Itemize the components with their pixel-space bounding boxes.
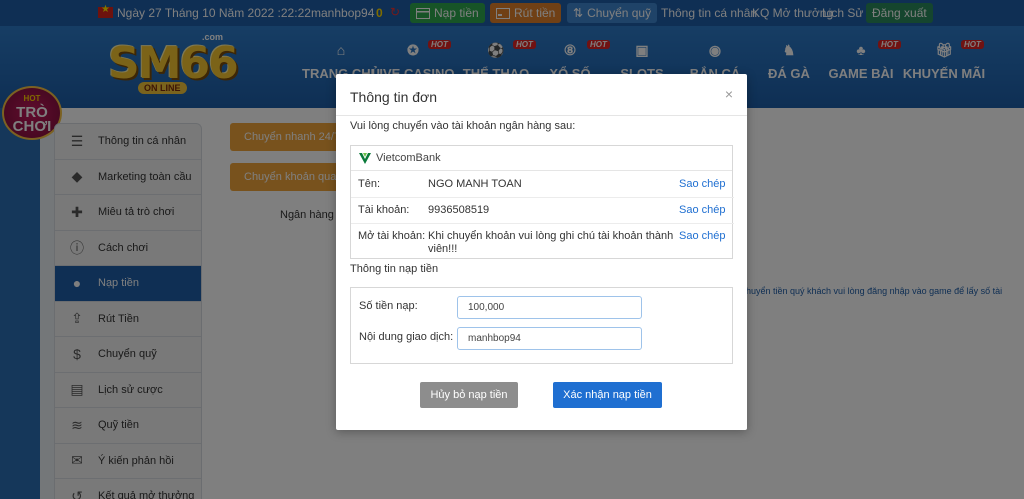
dialog-divider [336, 115, 747, 116]
copy-account-name-button[interactable]: Sao chép [679, 178, 725, 190]
copy-account-branch-button[interactable]: Sao chép [679, 230, 725, 242]
bank-name: VietcomBank [376, 152, 441, 164]
account-branch-row: Mở tài khoản: Khi chuyển khoản vui lòng … [351, 223, 734, 259]
account-name-value: NGO MANH TOAN [428, 178, 522, 190]
deposit-info-heading: Thông tin nạp tiền [350, 263, 439, 275]
cancel-deposit-button[interactable]: Hủy bỏ nạp tiền [420, 382, 518, 408]
account-branch-value: Khi chuyển khoản vui lòng ghi chú tài kh… [428, 230, 674, 255]
transfer-instruction: Vui lòng chuyển vào tài khoản ngân hàng … [350, 120, 576, 132]
bank-details: VietcomBank Tên: NGO MANH TOAN Sao chép … [350, 145, 734, 259]
transaction-content-label: Nội dung giao dịch: [359, 331, 454, 343]
order-info-dialog: Thông tin đơn × Vui lòng chuyển vào tài … [336, 74, 747, 430]
confirm-deposit-button[interactable]: Xác nhận nạp tiền [553, 382, 662, 408]
transaction-content-input[interactable] [457, 327, 642, 350]
close-icon[interactable]: × [725, 86, 733, 102]
vietcombank-logo-icon [359, 153, 371, 164]
bank-header: VietcomBank [351, 146, 732, 171]
amount-input[interactable] [457, 296, 642, 319]
account-name-label: Tên: [358, 178, 381, 190]
dialog-title: Thông tin đơn [350, 89, 438, 105]
account-number-row: Tài khoản: 9936508519 Sao chép [351, 197, 734, 223]
amount-label: Số tiền nạp: [359, 300, 418, 312]
account-number-value: 9936508519 [428, 204, 490, 216]
account-number-label: Tài khoản: [358, 204, 410, 216]
account-branch-label: Mở tài khoản: [358, 230, 426, 242]
account-name-row: Tên: NGO MANH TOAN Sao chép [351, 171, 734, 197]
copy-account-number-button[interactable]: Sao chép [679, 204, 725, 216]
deposit-form: Số tiền nạp: Nội dung giao dịch: [350, 287, 733, 364]
